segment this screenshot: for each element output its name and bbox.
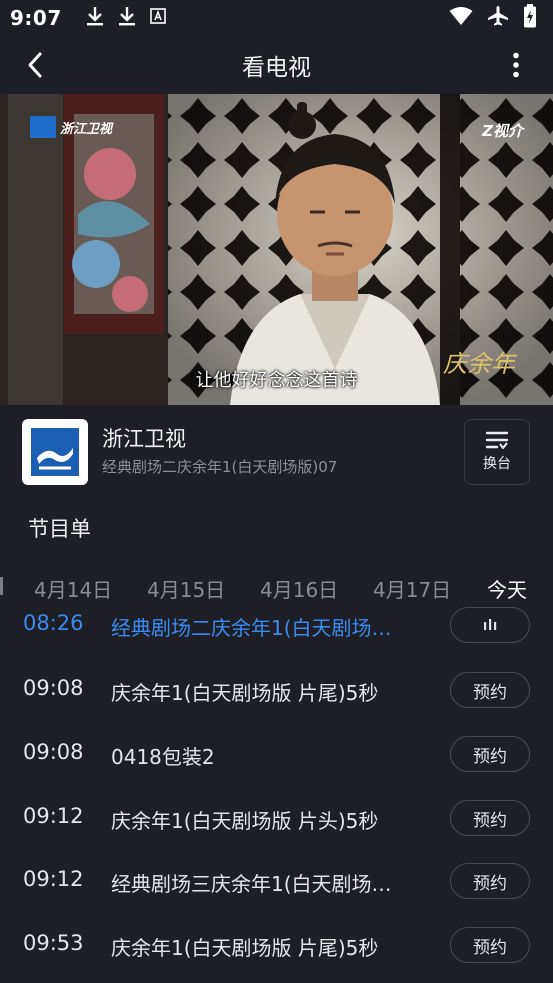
wifi-icon: [449, 6, 473, 30]
program-time: 08:26: [23, 611, 84, 635]
program-name: 0418包装2: [111, 745, 215, 769]
video-subtitle: 让他好好念念这首诗: [195, 370, 358, 391]
program-time: 09:08: [23, 676, 84, 700]
list-switch-icon: [485, 431, 509, 449]
switch-channel-button[interactable]: 换台: [464, 419, 530, 485]
download-icon: [86, 6, 104, 30]
reserve-button[interactable]: 预约: [450, 736, 530, 772]
schedule-title: 节目单: [28, 517, 91, 541]
program-list[interactable]: 08:26 经典剧场二庆余年1(白天剧场版)07 09:08 庆余年1(白天剧场…: [0, 606, 553, 983]
more-vertical-icon: [513, 52, 519, 78]
chevron-left-icon: [28, 52, 42, 78]
airplane-mode-icon: [487, 5, 509, 31]
reserve-button[interactable]: 预约: [450, 672, 530, 708]
program-name: 庆余年1(白天剧场版 片尾)5秒: [111, 936, 379, 960]
app-bar: 看电视: [0, 36, 553, 94]
program-row[interactable]: 09:12 庆余年1(白天剧场版 片头)5秒 预约: [0, 785, 553, 848]
program-time: 09:53: [23, 931, 84, 955]
download-icon: [118, 6, 136, 30]
program-name: 庆余年1(白天剧场版 片尾)5秒: [111, 681, 379, 705]
channel-info: 浙江卫视 经典剧场二庆余年1(白天剧场版)07 换台: [0, 405, 553, 500]
program-row[interactable]: 09:08 庆余年1(白天剧场版 片尾)5秒 预约: [0, 657, 553, 720]
channel-logo: [22, 419, 88, 485]
date-tab[interactable]: 4月17日: [373, 574, 451, 603]
channel-name: 浙江卫视: [102, 427, 186, 451]
program-time: 09:12: [23, 804, 84, 828]
program-row[interactable]: 09:12 经典剧场三庆余年1(白天剧场版)08 预约: [0, 848, 553, 911]
back-button[interactable]: [20, 50, 50, 80]
battery-charging-icon: [523, 4, 537, 32]
date-tab-today[interactable]: 今天: [487, 574, 527, 603]
corner-logo: Z视介: [482, 122, 523, 140]
tab-scroll-edge: [0, 577, 3, 595]
reserve-button[interactable]: 预约: [450, 863, 530, 899]
status-time: 9:07: [10, 6, 62, 30]
date-tab[interactable]: 4月15日: [147, 574, 225, 603]
program-name: 经典剧场三庆余年1(白天剧场版)08: [111, 872, 401, 896]
text-a-icon: [149, 8, 166, 28]
date-tabs: 4月14日 4月15日 4月16日 4月17日 今天: [0, 566, 553, 606]
playing-indicator-button[interactable]: [450, 607, 530, 643]
page-title: 看电视: [242, 55, 311, 81]
status-right-icons: [449, 4, 537, 32]
playing-bars-icon: [484, 619, 497, 630]
date-tab[interactable]: 4月14日: [34, 574, 112, 603]
zhejiang-tv-logo-icon: [30, 116, 56, 138]
now-playing-program: 经典剧场二庆余年1(白天剧场版)07: [102, 458, 338, 476]
reserve-button[interactable]: 预约: [450, 800, 530, 836]
reserve-button[interactable]: 预约: [450, 927, 530, 963]
date-tab[interactable]: 4月16日: [260, 574, 338, 603]
channel-watermark: 浙江卫视: [30, 116, 112, 138]
program-row[interactable]: 08:26 经典剧场二庆余年1(白天剧场版)07: [0, 606, 553, 657]
program-name: 庆余年1(白天剧场版 片头)5秒: [111, 809, 379, 833]
more-menu-button[interactable]: [501, 50, 531, 80]
zhejiang-tv-logo-icon: [31, 428, 79, 476]
switch-channel-label: 换台: [483, 456, 511, 472]
program-time: 09:12: [23, 867, 84, 891]
video-player[interactable]: 浙江卫视 Z视介 庆余年 让他好好念念这首诗: [0, 94, 553, 405]
program-name: 经典剧场二庆余年1(白天剧场版)07: [111, 616, 401, 640]
program-time: 09:08: [23, 740, 84, 764]
status-left-icons: [86, 6, 166, 30]
status-bar: 9:07: [0, 0, 553, 36]
channel-watermark-text: 浙江卫视: [60, 121, 113, 137]
program-row[interactable]: 09:08 0418包装2 预约: [0, 721, 553, 784]
program-row[interactable]: 09:53 庆余年1(白天剧场版 片尾)5秒 预约: [0, 912, 553, 975]
